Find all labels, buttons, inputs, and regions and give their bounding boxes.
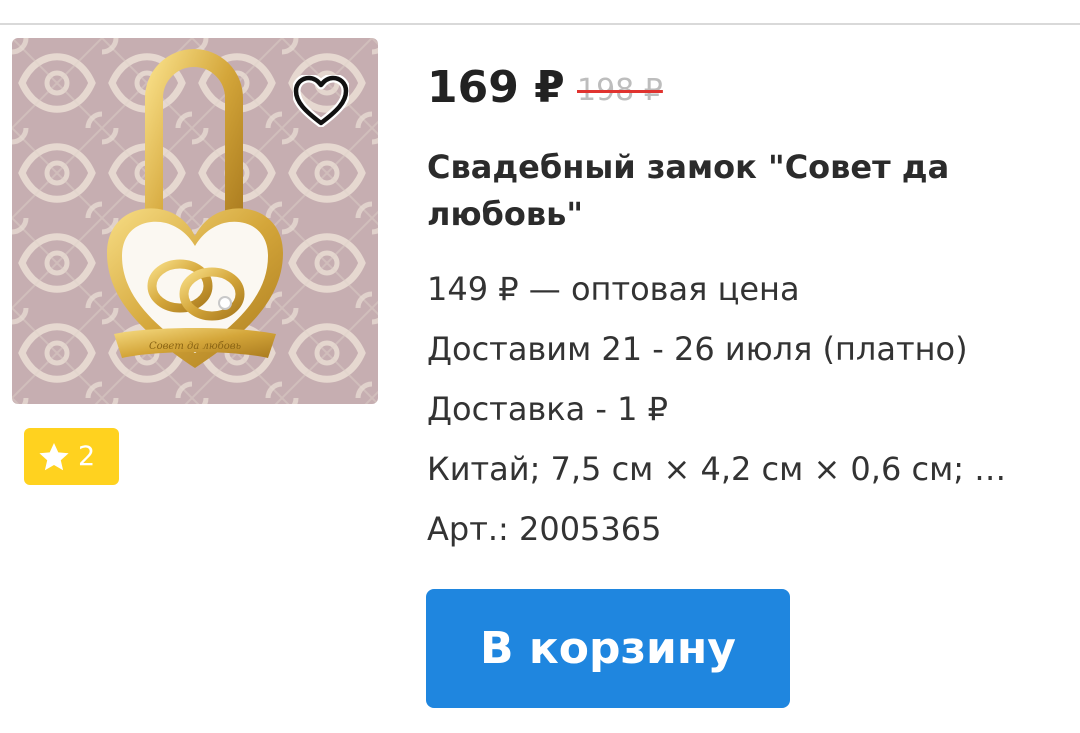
favorite-button[interactable] (288, 68, 354, 134)
product-title[interactable]: Свадебный замок "Совет да любовь" (427, 144, 1047, 238)
article-number: Арт.: 2005365 (427, 510, 662, 548)
rating-count: 2 (78, 441, 96, 472)
delivery-cost: Доставка - 1 ₽ (427, 390, 668, 428)
delivery-dates: Доставим 21 - 26 июля (платно) (427, 330, 968, 368)
top-divider (0, 23, 1080, 25)
current-price: 169 ₽ (427, 62, 565, 113)
add-to-cart-button[interactable]: В корзину (426, 589, 790, 708)
old-price: 198 ₽ (577, 73, 663, 108)
engraving-text: Совет да любовь (149, 341, 241, 352)
star-icon (39, 442, 69, 470)
rating-badge[interactable]: 2 (24, 428, 119, 485)
heart-outline-icon (293, 75, 349, 127)
wholesale-price: 149 ₽ — оптовая цена (427, 270, 800, 308)
product-specs: Китай; 7,5 см × 4,2 см × 0,6 см; М... (427, 450, 1027, 488)
